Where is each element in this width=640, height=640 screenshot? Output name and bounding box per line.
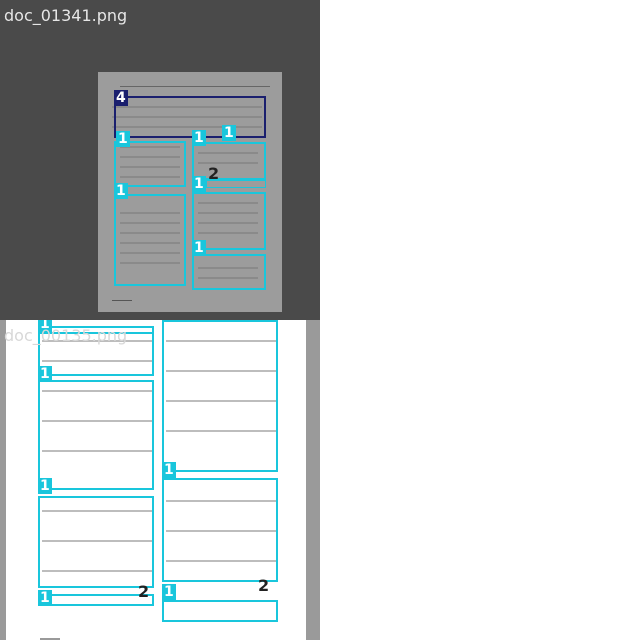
region-label: 1: [38, 590, 52, 606]
region-label: 1: [114, 183, 128, 199]
region-label: 1: [162, 584, 176, 600]
region-label: 1: [192, 240, 206, 256]
region-label: 1: [192, 176, 206, 192]
text-region-box[interactable]: [162, 478, 278, 582]
region-label: 1: [192, 130, 206, 146]
text-region-box[interactable]: [38, 496, 154, 588]
region-label: 1: [222, 125, 236, 141]
text-region-box[interactable]: [114, 194, 186, 286]
text-region-box[interactable]: [192, 254, 266, 290]
region-label: 2: [208, 164, 220, 183]
region-label: 2: [258, 576, 270, 595]
text-region-box[interactable]: [162, 600, 278, 622]
region-label: 2: [138, 582, 150, 601]
region-label: 1: [38, 478, 52, 494]
region-label: 1: [116, 131, 130, 147]
region-label: 1: [162, 462, 176, 478]
image-panel-2: doc_00135.png 1 1 1 1 1 1 1 1 2 2: [0, 320, 320, 640]
region-label: 4: [114, 90, 128, 106]
text-region-box[interactable]: [162, 320, 278, 472]
panel-filename: doc_00135.png: [4, 326, 128, 345]
panel-filename: doc_01341.png: [4, 6, 128, 25]
empty-area: [320, 0, 640, 640]
region-label: 1: [38, 366, 52, 382]
table-region-box[interactable]: [114, 96, 266, 138]
text-region-box[interactable]: [192, 142, 266, 180]
image-panel-1: doc_01341.png 4 1 1 1 2 1 1 1: [0, 0, 320, 320]
text-region-box[interactable]: [38, 380, 154, 490]
text-region-box[interactable]: [114, 141, 186, 187]
